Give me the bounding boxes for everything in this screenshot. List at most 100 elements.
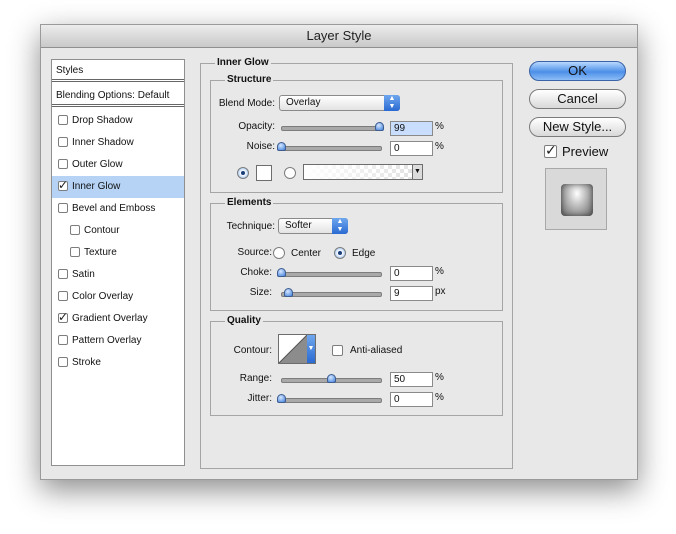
- anti-aliased-label[interactable]: Anti-aliased: [350, 345, 402, 356]
- noise-input[interactable]: 0: [390, 141, 433, 156]
- range-input[interactable]: 50: [390, 372, 433, 387]
- structure-group: Structure Blend Mode: Overlay ▲ ▼ Opacity…: [210, 74, 503, 193]
- style-item-label: Bevel and Emboss: [72, 203, 156, 214]
- style-item-label: Texture: [84, 247, 117, 258]
- style-item-outer-glow[interactable]: Outer Glow: [52, 154, 184, 176]
- styles-list: Styles Blending Options: Default Drop Sh…: [51, 59, 185, 466]
- style-checkbox[interactable]: [70, 247, 80, 257]
- style-item-label: Satin: [72, 269, 95, 280]
- jitter-slider-thumb[interactable]: [277, 394, 286, 403]
- preview-label[interactable]: Preview: [562, 144, 608, 159]
- layer-style-dialog: Layer Style Styles Blending Options: Def…: [40, 24, 638, 480]
- style-item-gradient-overlay[interactable]: ✓ Gradient Overlay: [52, 308, 184, 330]
- style-item-label: Color Overlay: [72, 291, 134, 302]
- style-checkbox[interactable]: [58, 137, 68, 147]
- blend-mode-label: Blend Mode:: [218, 98, 275, 109]
- style-item-stroke[interactable]: Stroke: [52, 352, 184, 374]
- style-checkbox[interactable]: [58, 357, 68, 367]
- source-edge-label[interactable]: Edge: [352, 248, 375, 259]
- style-item-contour[interactable]: Contour: [52, 220, 184, 242]
- window-title: Layer Style: [41, 25, 637, 48]
- noise-slider-thumb[interactable]: [277, 142, 286, 151]
- style-item-label: Contour: [84, 225, 120, 236]
- choke-slider-track[interactable]: [281, 272, 382, 277]
- noise-label: Noise:: [246, 141, 275, 152]
- quality-group: Quality Contour: ▼ Anti-aliased Range: 5…: [210, 315, 503, 416]
- checkmark-icon: ✓: [545, 142, 557, 158]
- elements-group: Elements Technique: Softer ▲ ▼ Source: Ce…: [210, 197, 503, 311]
- style-item-color-overlay[interactable]: Color Overlay: [52, 286, 184, 308]
- opacity-input[interactable]: 99: [390, 121, 433, 136]
- source-center-radio[interactable]: [273, 247, 285, 259]
- style-item-label: Gradient Overlay: [72, 313, 148, 324]
- size-slider-thumb[interactable]: [283, 288, 293, 297]
- style-item-label: Inner Glow: [72, 181, 121, 192]
- style-item-label: Inner Shadow: [72, 137, 134, 148]
- quality-title: Quality: [225, 315, 263, 327]
- size-label: Size:: [249, 287, 272, 298]
- opacity-label: Opacity:: [238, 121, 275, 132]
- size-unit: px: [435, 286, 446, 297]
- opacity-slider-track[interactable]: [281, 126, 382, 131]
- style-item-inner-shadow[interactable]: Inner Shadow: [52, 132, 184, 154]
- jitter-label: Jitter:: [247, 393, 272, 404]
- noise-slider-track[interactable]: [281, 146, 382, 151]
- style-item-label: Outer Glow: [72, 159, 123, 170]
- solid-color-radio[interactable]: [237, 167, 249, 179]
- opacity-slider-thumb[interactable]: [375, 122, 384, 131]
- style-item-label: Drop Shadow: [72, 115, 133, 126]
- style-checkbox[interactable]: [58, 203, 68, 213]
- style-checkbox[interactable]: [70, 225, 80, 235]
- new-style-button[interactable]: New Style...: [529, 117, 626, 137]
- chevron-double-icon: ▲ ▼: [332, 218, 348, 234]
- ok-button[interactable]: OK: [529, 61, 626, 81]
- source-center-label[interactable]: Center: [291, 248, 321, 259]
- gradient-radio[interactable]: [284, 167, 296, 179]
- blend-mode-select[interactable]: Overlay ▲ ▼: [279, 95, 400, 111]
- preview-checkbox[interactable]: ✓: [544, 142, 557, 158]
- opacity-unit: %: [435, 121, 444, 132]
- style-checkbox[interactable]: [58, 335, 68, 345]
- style-checkbox[interactable]: [58, 115, 68, 125]
- gradient-picker[interactable]: ▼: [303, 164, 423, 180]
- styles-header[interactable]: Styles: [52, 60, 184, 82]
- style-item-inner-glow[interactable]: ✓ Inner Glow: [52, 176, 184, 198]
- size-input[interactable]: 9: [390, 286, 433, 301]
- noise-unit: %: [435, 141, 444, 152]
- source-edge-radio[interactable]: [334, 247, 346, 259]
- contour-picker[interactable]: ▼: [278, 334, 316, 364]
- style-item-label: Stroke: [72, 357, 101, 368]
- contour-dropdown-icon[interactable]: ▼: [307, 335, 315, 363]
- chevron-double-icon: ▲ ▼: [384, 95, 400, 111]
- cancel-button[interactable]: Cancel: [529, 89, 626, 109]
- blending-options-item[interactable]: Blending Options: Default: [52, 85, 184, 107]
- choke-input[interactable]: 0: [390, 266, 433, 281]
- style-checkbox[interactable]: ✓: [58, 310, 69, 324]
- size-slider-track[interactable]: [281, 292, 382, 297]
- style-checkbox[interactable]: [58, 159, 68, 169]
- style-item-satin[interactable]: Satin: [52, 264, 184, 286]
- anti-aliased-checkbox[interactable]: [332, 345, 343, 356]
- jitter-input[interactable]: 0: [390, 392, 433, 407]
- style-item-label: Pattern Overlay: [72, 335, 142, 346]
- range-label: Range:: [239, 373, 272, 384]
- style-checkbox[interactable]: [58, 291, 68, 301]
- source-label: Source:: [237, 247, 272, 258]
- range-unit: %: [435, 372, 444, 383]
- style-item-texture[interactable]: Texture: [52, 242, 184, 264]
- contour-linear-icon: [279, 335, 307, 363]
- blend-mode-value: Overlay: [286, 97, 321, 108]
- style-item-drop-shadow[interactable]: Drop Shadow: [52, 110, 184, 132]
- gradient-dropdown-icon[interactable]: ▼: [412, 165, 422, 179]
- style-checkbox[interactable]: [58, 269, 68, 279]
- jitter-slider-track[interactable]: [281, 398, 382, 403]
- inner-glow-panel: Inner Glow Structure Blend Mode: Overlay…: [200, 57, 513, 469]
- style-checkbox[interactable]: ✓: [58, 178, 68, 192]
- style-item-bevel-and-emboss[interactable]: Bevel and Emboss: [52, 198, 184, 220]
- style-item-pattern-overlay[interactable]: Pattern Overlay: [52, 330, 184, 352]
- range-slider-thumb[interactable]: [326, 374, 336, 383]
- glow-color-swatch[interactable]: [256, 165, 272, 181]
- checkmark-icon: ✓: [58, 310, 69, 324]
- choke-slider-thumb[interactable]: [277, 268, 286, 277]
- technique-select[interactable]: Softer ▲ ▼: [278, 218, 348, 234]
